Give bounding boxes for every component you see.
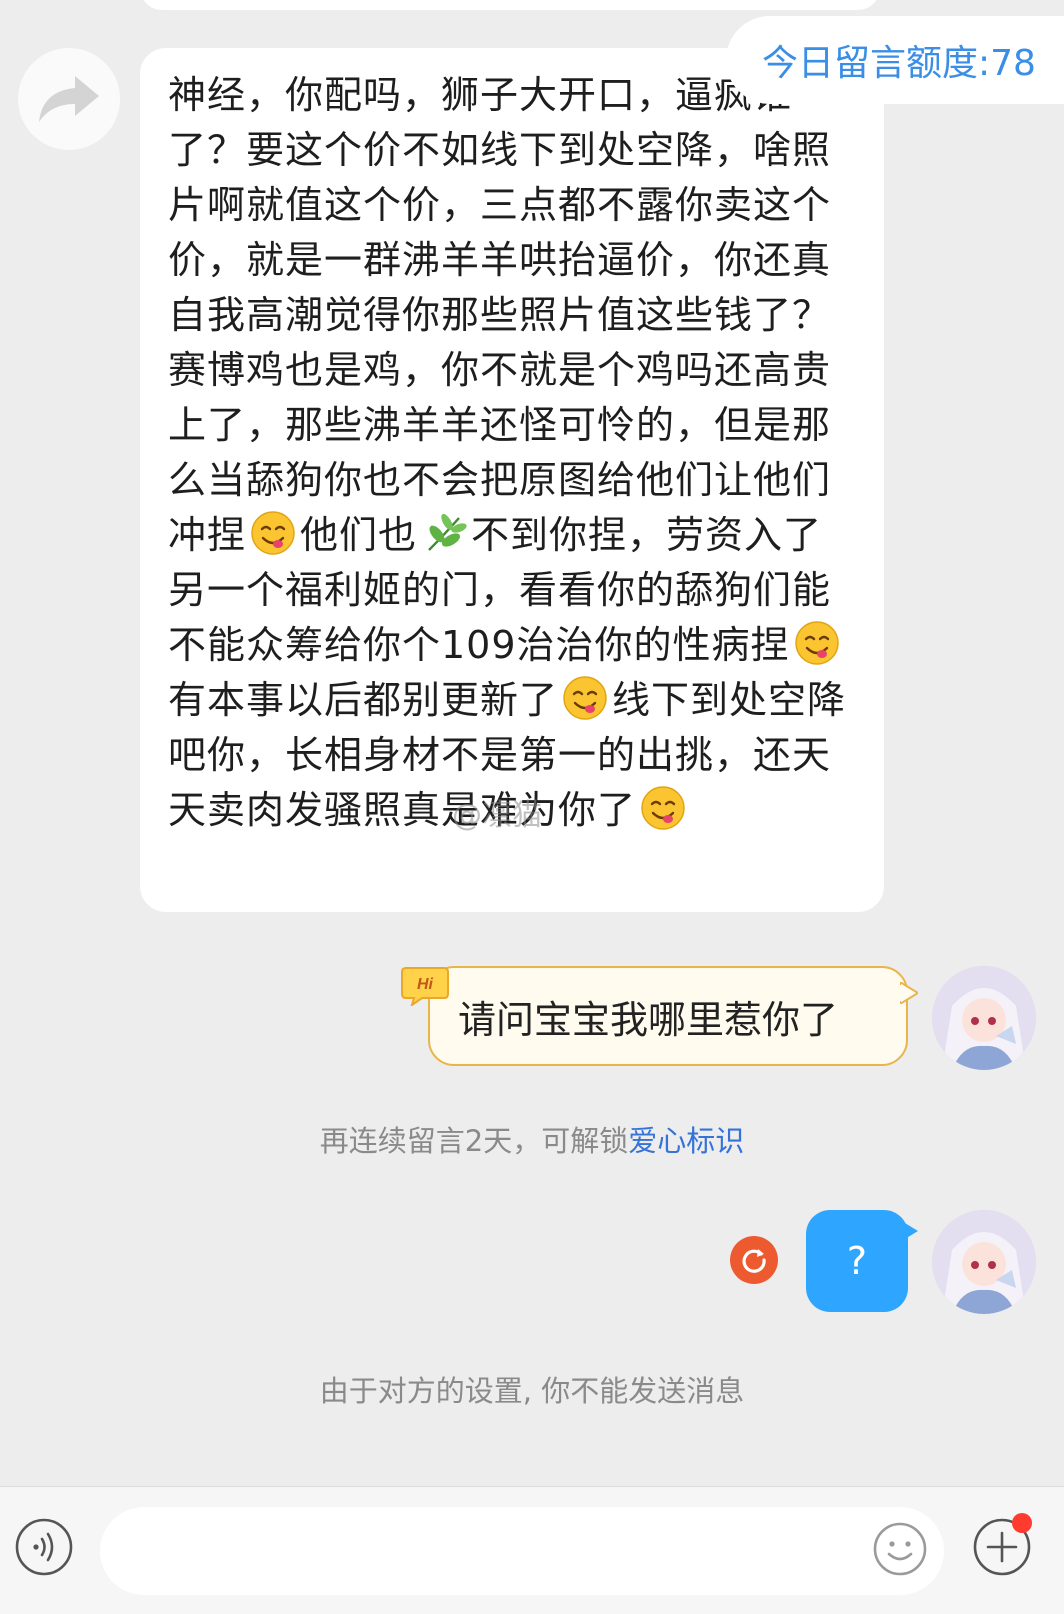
streak-notice: 再连续留言2天，可解锁爱心标识 (0, 1118, 1064, 1160)
yum-emoji-icon (641, 786, 685, 830)
message-text-segment: 他们也 (300, 513, 418, 557)
daily-quota-label: 今日留言额度:78 (762, 43, 1036, 84)
message-input[interactable] (100, 1507, 944, 1595)
forward-icon (39, 76, 99, 122)
yum-emoji-icon (794, 621, 839, 665)
streak-notice-text: 再连续留言2天，可解锁 (319, 1124, 629, 1158)
my-avatar[interactable] (932, 1210, 1036, 1314)
voice-icon[interactable] (14, 1517, 74, 1577)
emoji-face-icon[interactable] (872, 1521, 928, 1577)
message-text-segment: 神经，你配吗，狮子大开口，逼疯谁了？要这个价不如线下到处空降，啥照片啊就值这个价… (168, 73, 832, 557)
notification-dot (1012, 1513, 1032, 1533)
forward-button[interactable] (18, 48, 120, 150)
watermark: @凛猫 (452, 798, 542, 833)
incoming-message-text: 神经，你配吗，狮子大开口，逼疯谁了？要这个价不如线下到处空降，啥照片啊就值这个价… (168, 68, 856, 838)
message-text-segment: 有本事以后都别更新了 (168, 678, 559, 722)
incoming-message-bubble[interactable]: 神经，你配吗，狮子大开口，逼疯谁了？要这个价不如线下到处空降，啥照片啊就值这个价… (140, 48, 884, 912)
input-bar (0, 1486, 1064, 1614)
outgoing-question-bubble[interactable]: ? (806, 1210, 908, 1312)
heart-badge-link[interactable]: 爱心标识 (628, 1124, 744, 1158)
hi-badge-label: Hi (417, 976, 434, 993)
avatar-image (932, 966, 1036, 1070)
outgoing-hi-message-bubble[interactable]: 请问宝宝我哪里惹你了 (428, 966, 908, 1066)
chat-screen: 神经，你配吗，狮子大开口，逼疯谁了？要这个价不如线下到处空降，啥照片啊就值这个价… (0, 0, 1064, 1614)
previous-message-bubble (140, 0, 880, 10)
resend-button[interactable] (730, 1236, 778, 1284)
outgoing-question-text: ? (846, 1239, 868, 1283)
herb-emoji-icon (428, 513, 467, 551)
yum-emoji-icon (251, 511, 295, 555)
my-avatar[interactable] (932, 966, 1036, 1070)
hi-badge-icon: Hi (401, 967, 449, 1006)
retry-icon (742, 1249, 766, 1273)
outgoing-hi-message-text: 请问宝宝我哪里惹你了 (458, 997, 839, 1042)
daily-quota-badge: 今日留言额度:78 (726, 16, 1064, 104)
blocked-notice: 由于对方的设置, 你不能发送消息 (319, 1374, 745, 1408)
avatar-image (932, 1210, 1036, 1314)
yum-emoji-icon (563, 676, 607, 720)
bubble-tail (900, 982, 918, 1004)
bubble-tail (900, 1220, 918, 1242)
